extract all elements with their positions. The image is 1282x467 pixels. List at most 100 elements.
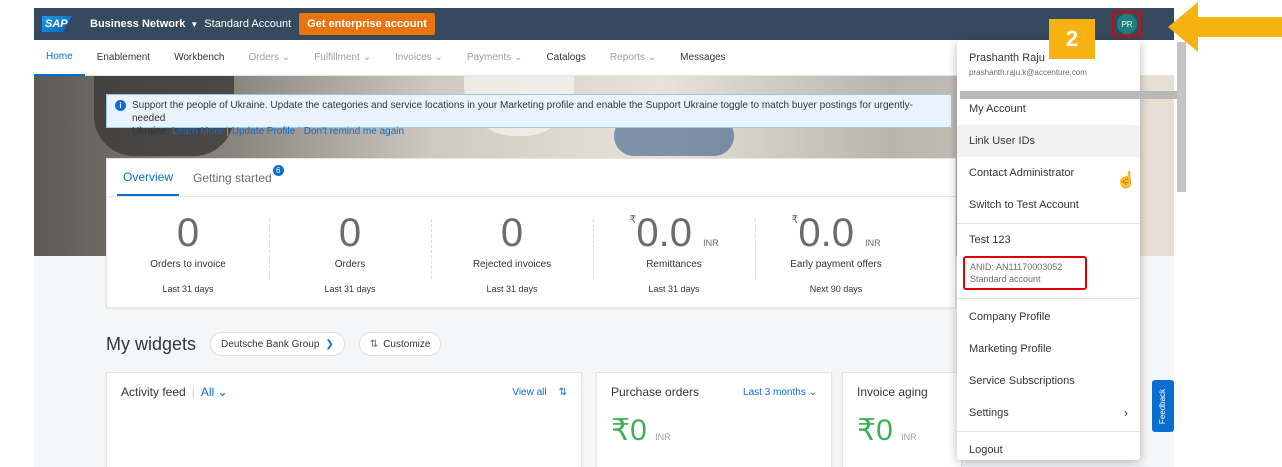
menu-divider bbox=[957, 298, 1140, 299]
kpi-value: 0 bbox=[338, 211, 362, 255]
menu-service-subscriptions[interactable]: Service Subscriptions bbox=[957, 365, 1140, 397]
learn-more-link[interactable]: Learn More bbox=[172, 126, 223, 137]
chevron-down-icon[interactable]: ⌄ bbox=[806, 387, 817, 398]
currency-unit: INR bbox=[901, 432, 917, 442]
avatar[interactable]: PR bbox=[1117, 14, 1137, 34]
activity-feed-card: Activity feed | All ⌄ View all ⇅ bbox=[106, 372, 582, 467]
kpi-early-payment[interactable]: ₹0.0 INR Early payment offers Next 90 da… bbox=[755, 197, 917, 307]
separator: | bbox=[298, 126, 301, 137]
kpi-period: Next 90 days bbox=[809, 284, 863, 294]
menu-divider bbox=[957, 431, 1140, 432]
invoice-aging-card: Invoice aging ₹0 INR bbox=[842, 372, 962, 467]
group-select-label: Deutsche Bank Group bbox=[221, 338, 320, 350]
nav-workbench[interactable]: Workbench bbox=[162, 40, 236, 76]
purchase-orders-card: Purchase orders Last 3 months ⌄ ₹0 INR bbox=[596, 372, 832, 467]
banner-body: Support the people of Ukraine. Update th… bbox=[132, 99, 943, 138]
menu-logout[interactable]: Logout bbox=[957, 434, 1140, 466]
account-anid: ANID: AN11170003052 bbox=[970, 262, 1063, 272]
separator: | bbox=[226, 126, 229, 137]
purchase-amount: ₹0 bbox=[611, 414, 647, 447]
tab-overview[interactable]: Overview bbox=[117, 159, 180, 196]
annotation-bar bbox=[1177, 42, 1186, 192]
nav-orders-label: Orders bbox=[248, 52, 280, 63]
chevron-right-icon: › bbox=[1124, 406, 1128, 420]
overview-card: Overview Getting started 6 0 Orders to i… bbox=[106, 158, 956, 308]
kpi-period: Last 31 days bbox=[324, 284, 376, 294]
chevron-down-icon: ⌄ bbox=[434, 52, 443, 63]
card-title: Purchase orders bbox=[611, 385, 700, 399]
kpi-row: 0 Orders to invoice Last 31 days 0 Order… bbox=[107, 197, 955, 307]
kpi-label: Remittances bbox=[646, 259, 702, 270]
user-menu: Prashanth Raju prashanth.raju.k@accentur… bbox=[957, 40, 1140, 460]
nav-enablement[interactable]: Enablement bbox=[85, 40, 162, 76]
kpi-value: 0 bbox=[500, 211, 524, 255]
account-id-highlight: ANID: AN11170003052 Standard account bbox=[963, 256, 1087, 290]
customize-button[interactable]: ⇅ Customize bbox=[358, 332, 442, 356]
update-profile-link[interactable]: Update Profile bbox=[232, 126, 295, 137]
customize-label: Customize bbox=[383, 338, 431, 350]
nav-fulfillment-label: Fulfillment bbox=[314, 52, 360, 63]
kpi-orders[interactable]: 0 Orders Last 31 days bbox=[269, 197, 431, 307]
nav-fulfillment[interactable]: Fulfillment ⌄ bbox=[302, 40, 383, 76]
info-icon: i bbox=[115, 100, 126, 111]
account-kind: Standard account bbox=[970, 274, 1041, 284]
kpi-period: Last 31 days bbox=[486, 284, 538, 294]
activity-filter[interactable]: All bbox=[201, 385, 214, 399]
menu-switch-test[interactable]: Switch to Test Account bbox=[957, 189, 1140, 221]
kpi-label: Orders to invoice bbox=[150, 259, 226, 270]
menu-divider bbox=[957, 223, 1140, 224]
tab-getting-started[interactable]: Getting started 6 bbox=[187, 159, 284, 196]
range-select[interactable]: Last 3 months bbox=[743, 387, 806, 398]
annotation-bar bbox=[960, 91, 1186, 99]
nav-invoices[interactable]: Invoices ⌄ bbox=[383, 40, 455, 76]
nav-orders[interactable]: Orders ⌄ bbox=[236, 40, 302, 76]
kpi-label: Orders bbox=[334, 259, 366, 270]
kpi-period: Last 31 days bbox=[162, 284, 214, 294]
group-select[interactable]: Deutsche Bank Group ❯ bbox=[210, 332, 345, 356]
nav-home[interactable]: Home bbox=[34, 40, 85, 76]
chevron-down-icon[interactable]: ▼ bbox=[190, 20, 198, 29]
chevron-down-icon[interactable]: ⌄ bbox=[214, 385, 228, 399]
kpi-orders-to-invoice[interactable]: 0 Orders to invoice Last 31 days bbox=[107, 197, 269, 307]
chevron-down-icon: ⌄ bbox=[647, 52, 657, 63]
ukraine-banner: i Support the people of Ukraine. Update … bbox=[106, 94, 952, 137]
feedback-button[interactable]: Feedback bbox=[1152, 380, 1174, 432]
chevron-down-icon: ❯ bbox=[325, 338, 334, 350]
network-title[interactable]: Business Network bbox=[90, 18, 185, 30]
sap-logo: SAP bbox=[42, 16, 72, 32]
banner-text-2: Ukraine. bbox=[132, 126, 170, 137]
menu-account-name[interactable]: Test 123 bbox=[957, 226, 1140, 254]
kpi-rejected-invoices[interactable]: 0 Rejected invoices Last 31 days bbox=[431, 197, 593, 307]
nav-reports[interactable]: Reports ⌄ bbox=[598, 40, 668, 76]
menu-link-user-ids[interactable]: Link User IDs bbox=[957, 125, 1140, 157]
chevron-down-icon: ⌄ bbox=[514, 52, 523, 63]
nav-invoices-label: Invoices bbox=[394, 52, 432, 63]
nav-payments-label: Payments bbox=[466, 52, 512, 63]
account-type: Standard Account bbox=[204, 18, 292, 30]
nav-payments[interactable]: Payments ⌄ bbox=[455, 40, 535, 76]
menu-settings-label: Settings bbox=[969, 407, 1009, 419]
purchase-amount-wrap: ₹0 INR bbox=[597, 413, 831, 448]
kpi-value: 0.0 bbox=[798, 211, 854, 255]
card-header: Invoice aging bbox=[843, 373, 961, 411]
card-header: Activity feed | All ⌄ View all ⇅ bbox=[107, 373, 581, 411]
nav-catalogs[interactable]: Catalogs bbox=[534, 40, 597, 76]
kpi-value: 0 bbox=[176, 211, 200, 255]
avatar-highlight[interactable]: PR bbox=[1112, 11, 1142, 37]
dont-remind-link[interactable]: Don't remind me again bbox=[304, 126, 404, 137]
aging-amount-wrap: ₹0 INR bbox=[843, 413, 961, 448]
kpi-label: Rejected invoices bbox=[472, 259, 552, 270]
view-all-link[interactable]: View all bbox=[512, 387, 546, 398]
menu-contact-admin[interactable]: Contact Administrator bbox=[957, 157, 1140, 189]
menu-settings[interactable]: Settings › bbox=[957, 397, 1140, 429]
nav-messages[interactable]: Messages bbox=[668, 40, 738, 76]
user-email: prashanth.raju.k@accenture.com bbox=[969, 68, 1087, 77]
enterprise-account-button[interactable]: Get enterprise account bbox=[299, 13, 435, 35]
sliders-icon[interactable]: ⇅ bbox=[559, 387, 567, 398]
card-title: Activity feed bbox=[121, 385, 186, 399]
menu-marketing-profile[interactable]: Marketing Profile bbox=[957, 333, 1140, 365]
kpi-remittances[interactable]: ₹0.0 INR Remittances Last 31 days bbox=[593, 197, 755, 307]
menu-company-profile[interactable]: Company Profile bbox=[957, 301, 1140, 333]
kpi-value-wrap: ₹0.0 INR bbox=[755, 211, 917, 255]
currency-unit: INR bbox=[865, 238, 881, 248]
